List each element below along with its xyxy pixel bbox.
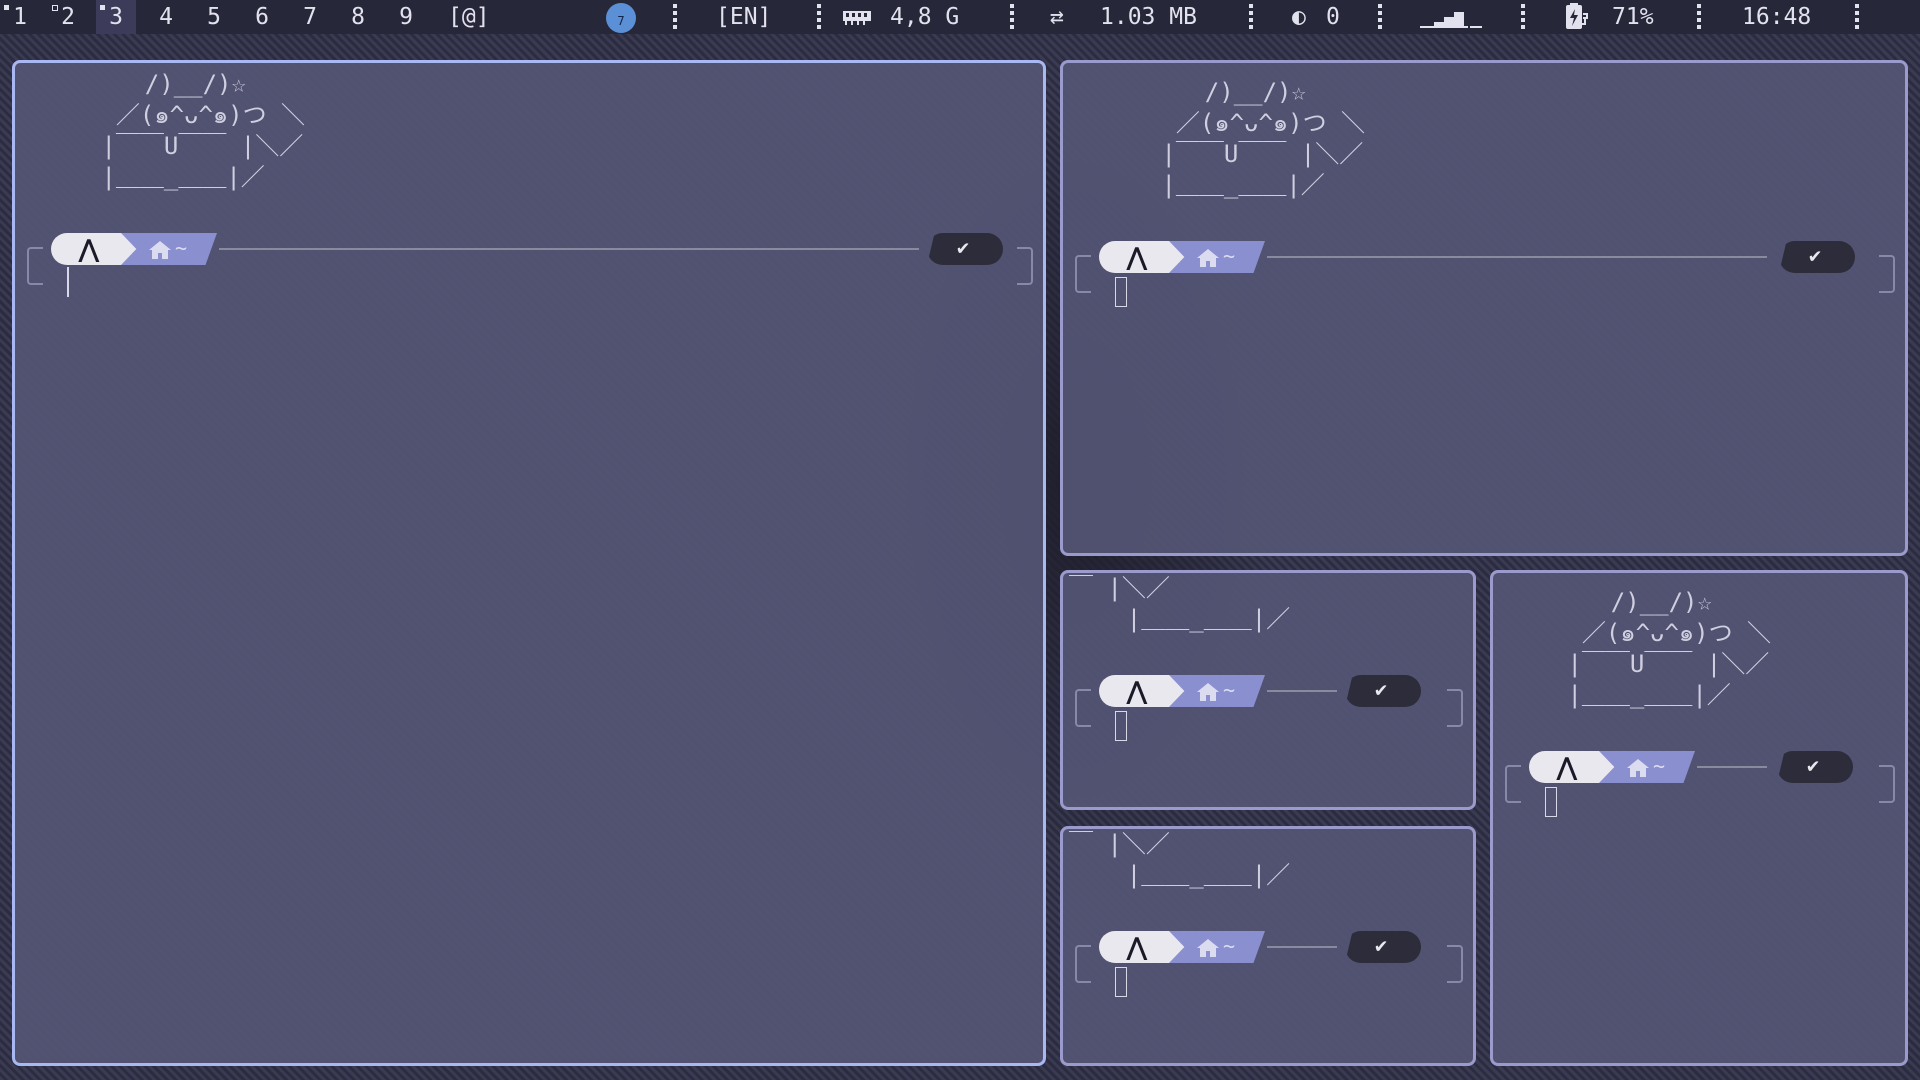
home-icon [1197, 249, 1219, 267]
success-check-icon: ✔ [1375, 933, 1388, 957]
home-icon [1197, 939, 1219, 957]
prompt-bracket-left [27, 247, 43, 285]
success-check-icon: ✔ [1809, 243, 1822, 267]
separator [673, 4, 677, 30]
workspace-6[interactable]: 6 [242, 0, 282, 34]
separator [1010, 4, 1014, 30]
ascii-art-cat-partial: ￣ |＼／ |＿＿_＿＿|／ [1069, 830, 1291, 889]
ascii-art-cat: /)__/)☆ ／(๑^ᴗ^๑)つ ＼ |￣￣U￣￣ |＼／ |＿＿_＿＿|／ [1161, 78, 1366, 199]
shell-prompt: ⋀ ~ ✔ [1075, 675, 1463, 727]
memory-usage: 4,8 G [890, 4, 960, 30]
shell-prompt: ⋀ ~ ✔ [1505, 751, 1895, 803]
separator [817, 4, 821, 30]
prompt-bracket-left [1075, 689, 1091, 727]
shell-prompt: ⋀ ~ ✔ [1075, 931, 1463, 983]
prompt-bracket-left [1505, 765, 1521, 803]
separator [1378, 4, 1382, 30]
workspace-occupied-marker [100, 5, 105, 10]
clock[interactable]: 16:48 [1742, 0, 1811, 34]
shell-prompt: ⋀ ~ ✔ [1075, 241, 1895, 293]
workspace-occupied-marker [4, 5, 9, 10]
text-cursor [1115, 967, 1127, 997]
status-segment: ✔ [927, 233, 1003, 265]
status-segment: ✔ [1345, 931, 1421, 963]
home-icon [149, 241, 171, 259]
workspace-5[interactable]: 5 [194, 0, 234, 34]
workspace-9[interactable]: 9 [386, 0, 426, 34]
moon-icon: ◐ [1292, 4, 1306, 30]
home-icon [1197, 683, 1219, 701]
arch-linux-icon: ⋀ [1099, 675, 1185, 707]
separator [1855, 4, 1859, 30]
separator [1249, 4, 1253, 30]
arch-linux-icon: ⋀ [1529, 751, 1615, 783]
terminal-window-mid-a[interactable]: ￣ |＼／ |＿＿_＿＿|／ ⋀ ~ ✔ [1060, 570, 1476, 810]
home-icon [1627, 759, 1649, 777]
tray-app-icon[interactable]: 7 [606, 3, 636, 33]
prompt-bracket-left [1075, 255, 1091, 293]
prompt-bracket-left [1075, 945, 1091, 983]
battery-charging-icon [1562, 0, 1592, 34]
prompt-filler-line [1267, 946, 1337, 948]
separator [1697, 4, 1701, 30]
prompt-bracket-right [1879, 255, 1895, 293]
arch-linux-icon: ⋀ [1099, 931, 1185, 963]
terminal-window-top-right[interactable]: /)__/)☆ ／(๑^ᴗ^๑)つ ＼ |￣￣U￣￣ |＼／ |＿＿_＿＿|／ … [1060, 60, 1908, 556]
workspace-4[interactable]: 4 [146, 0, 186, 34]
arch-linux-icon: ⋀ [1099, 241, 1185, 273]
layout-indicator[interactable]: [@] [448, 0, 490, 34]
workspace-3[interactable]: 3 [96, 0, 136, 34]
ram-icon [842, 0, 872, 34]
prompt-bracket-right [1447, 945, 1463, 983]
terminal-window-right[interactable]: /)__/)☆ ／(๑^ᴗ^๑)つ ＼ |￣￣U￣￣ |＼／ |＿＿_＿＿|／ … [1490, 570, 1908, 1066]
prompt-filler-line [1697, 766, 1767, 768]
prompt-filler-line [1267, 256, 1767, 258]
status-segment: ✔ [1777, 751, 1853, 783]
prompt-bracket-right [1879, 765, 1895, 803]
keyboard-layout[interactable]: [EN] [716, 0, 771, 34]
prompt-bracket-right [1447, 689, 1463, 727]
workspace-occupied-marker [52, 5, 58, 11]
workspace-2[interactable]: 2 [48, 0, 88, 34]
network-rate: 1.03 MB [1100, 4, 1197, 30]
transfer-arrows-icon: ⇄ [1050, 4, 1064, 30]
status-bar: 1 2 3 4 5 6 7 8 9 [@] 7 [EN] 4,8 G ⇄ 1.0… [0, 0, 1920, 34]
battery-level: 71% [1612, 4, 1654, 30]
moon-count: 0 [1326, 4, 1340, 30]
prompt-filler-line [219, 248, 919, 250]
workspace-7[interactable]: 7 [290, 0, 330, 34]
status-segment: ✔ [1345, 675, 1421, 707]
text-cursor [67, 267, 69, 297]
prompt-bracket-right [1017, 247, 1033, 285]
ascii-art-cat-partial: ￣ |＼／ |＿＿_＿＿|／ [1069, 574, 1291, 633]
signal-bars-icon [1420, 12, 1484, 28]
workspace-8[interactable]: 8 [338, 0, 378, 34]
separator [1521, 4, 1525, 30]
success-check-icon: ✔ [1375, 677, 1388, 701]
text-cursor [1545, 787, 1557, 817]
terminal-window-main[interactable]: /)__/)☆ ／(๑^ᴗ^๑)つ ＼ |￣￣U￣￣ |＼／ |＿＿_＿＿|／ … [12, 60, 1046, 1066]
shell-prompt: ⋀ ~ ✔ [27, 233, 1033, 285]
status-segment: ✔ [1779, 241, 1855, 273]
terminal-window-mid-b[interactable]: ￣ |＼／ |＿＿_＿＿|／ ⋀ ~ ✔ [1060, 826, 1476, 1066]
prompt-filler-line [1267, 690, 1337, 692]
arch-linux-icon: ⋀ [51, 233, 137, 265]
text-cursor [1115, 277, 1127, 307]
workspace-1[interactable]: 1 [0, 0, 40, 34]
success-check-icon: ✔ [1807, 753, 1820, 777]
ascii-art-cat: /)__/)☆ ／(๑^ᴗ^๑)つ ＼ |￣￣U￣￣ |＼／ |＿＿_＿＿|／ [101, 70, 306, 191]
text-cursor [1115, 711, 1127, 741]
success-check-icon: ✔ [957, 235, 970, 259]
ascii-art-cat: /)__/)☆ ／(๑^ᴗ^๑)つ ＼ |￣￣U￣￣ |＼／ |＿＿_＿＿|／ [1567, 588, 1772, 709]
